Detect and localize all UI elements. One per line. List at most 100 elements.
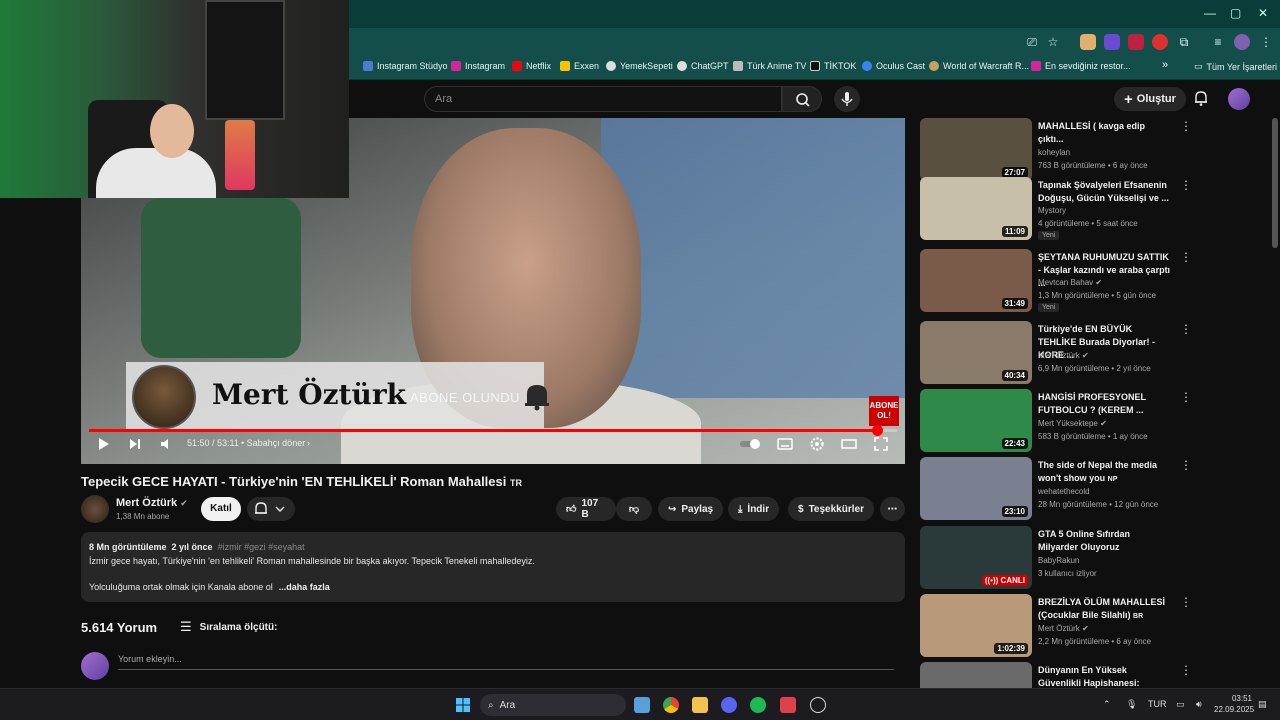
extension-icon[interactable] — [1128, 34, 1144, 50]
video-thumbnail[interactable]: ((•)) CANLI — [920, 526, 1032, 589]
spotify-icon[interactable] — [750, 697, 766, 713]
cast-icon[interactable]: ⎚ — [1024, 34, 1040, 50]
related-video-title[interactable]: The side of Nepal the media won't show y… — [1038, 459, 1172, 486]
bookmark-star-icon[interactable]: ☆ — [1045, 34, 1061, 50]
description-box[interactable]: 8 Mn görüntüleme 2 yıl önce #izmir #gezi… — [81, 532, 905, 602]
notifications-icon[interactable]: ▤ — [1258, 699, 1267, 710]
create-button[interactable]: + Oluştur — [1114, 87, 1186, 111]
more-dots-icon[interactable]: ⋮ — [1180, 664, 1192, 676]
related-video-title[interactable]: MAHALLESİ ( kavga edip çıktı... — [1038, 120, 1172, 146]
windows-start-icon[interactable] — [455, 697, 471, 713]
hashtags[interactable]: #izmir #gezi #seyahat — [218, 542, 305, 552]
autoplay-toggle[interactable] — [739, 436, 763, 452]
all-bookmarks-button[interactable]: ▭ Tüm Yer İşaretleri — [1194, 61, 1277, 72]
voice-search-button[interactable] — [834, 86, 860, 112]
video-thumbnail[interactable]: 1:02:39 — [920, 594, 1032, 657]
bookmark-item[interactable]: Exxen — [560, 61, 599, 71]
dislike-button[interactable]: 👎︎ — [616, 497, 652, 521]
extension-icon[interactable] — [1152, 34, 1168, 50]
chrome-icon[interactable] — [663, 697, 679, 713]
more-dots-icon[interactable]: ⋮ — [1180, 459, 1192, 471]
related-video-channel[interactable]: koheylan — [1038, 148, 1070, 157]
sort-button[interactable]: ☰ Sıralama ölçütü: — [180, 619, 277, 635]
chevron-up-icon[interactable]: ⌃ — [1103, 699, 1111, 710]
volume-icon[interactable] — [159, 436, 173, 452]
bookmark-item[interactable]: World of Warcraft R... — [929, 61, 1029, 71]
reading-list-icon[interactable]: ≡ — [1210, 34, 1226, 50]
related-video-title[interactable]: HANGİSİ PROFESYONEL FUTBOLCU ? (KEREM ..… — [1038, 391, 1172, 417]
related-video-channel[interactable]: Mystory — [1038, 206, 1066, 215]
more-dots-icon[interactable]: ⋮ — [1180, 120, 1192, 132]
related-video-item[interactable]: ((•)) CANLI GTA 5 Online Sıfırdan Milyar… — [920, 526, 1260, 590]
related-video-channel[interactable]: BabyRakun — [1038, 556, 1079, 565]
extension-icon[interactable] — [1080, 34, 1096, 50]
related-video-channel[interactable]: Mert Öztürk ✔ — [1038, 351, 1089, 360]
video-thumbnail[interactable] — [920, 662, 1032, 688]
related-video-item[interactable]: 22:43 HANGİSİ PROFESYONEL FUTBOLCU ? (KE… — [920, 389, 1260, 453]
more-bookmarks-button[interactable]: » — [1162, 59, 1168, 71]
related-video-title[interactable]: Tapınak Şövalyeleri Efsanenin Doğuşu, Gü… — [1038, 179, 1172, 205]
file-explorer-icon[interactable] — [692, 697, 708, 713]
language-indicator[interactable]: TUR — [1148, 699, 1167, 709]
chapter-button[interactable]: • Sabahçı döner — [241, 438, 305, 448]
network-icon[interactable]: ▭ — [1176, 699, 1185, 710]
related-video-item[interactable]: 40:34 Türkiye'de EN BÜYÜK TEHLİKE Burada… — [920, 321, 1260, 385]
bookmark-item[interactable]: TİKTOK — [810, 61, 856, 71]
taskbar-search[interactable]: ⌕ Ara — [480, 694, 626, 716]
extension-icon[interactable] — [1104, 34, 1120, 50]
bookmark-item[interactable]: En sevdiğiniz restor... — [1031, 61, 1131, 71]
show-more-button[interactable]: ...daha fazla — [279, 582, 330, 592]
more-dots-icon[interactable]: ⋮ — [1180, 391, 1192, 403]
related-video-channel[interactable]: Mert Yüksektepe ✔ — [1038, 419, 1107, 428]
search-input[interactable]: Ara — [424, 86, 782, 112]
close-icon[interactable]: ✕ — [1258, 6, 1268, 20]
related-video-channel[interactable]: Mevtcan Bahav ✔ — [1038, 278, 1102, 287]
related-video-item[interactable]: 31:49 ŞEYTANA RUHUMUZU SATTIK - Kaşlar k… — [920, 249, 1260, 313]
related-video-title[interactable]: BREZİLYA ÖLÜM MAHALLESİ (Çocuklar Bile S… — [1038, 596, 1172, 623]
bookmark-item[interactable]: ChatGPT — [677, 61, 729, 71]
theater-mode-icon[interactable] — [841, 436, 857, 452]
video-thumbnail[interactable]: 11:09 — [920, 177, 1032, 240]
more-dots-icon[interactable]: ⋮ — [1180, 251, 1192, 263]
video-thumbnail[interactable]: 40:34 — [920, 321, 1032, 384]
subscription-bell-button[interactable] — [247, 497, 295, 521]
like-button[interactable]: 👍︎ 107 B — [556, 497, 616, 521]
extensions-puzzle-icon[interactable]: ⧉ — [1176, 34, 1192, 50]
related-video-item[interactable]: 23:10 The side of Nepal the media won't … — [920, 457, 1260, 521]
play-icon[interactable] — [97, 436, 111, 452]
menu-dots-icon[interactable]: ⋮ — [1258, 34, 1274, 50]
video-thumbnail[interactable]: 22:43 — [920, 389, 1032, 452]
share-button[interactable]: ↪ Paylaş — [658, 497, 724, 521]
channel-name[interactable]: Mert Öztürk ✔ — [116, 497, 188, 509]
search-button[interactable] — [782, 86, 822, 112]
join-button[interactable]: Katıl — [201, 497, 241, 521]
progress-scrubber[interactable] — [871, 425, 883, 436]
fullscreen-icon[interactable] — [873, 436, 889, 452]
related-video-channel[interactable]: Mert Öztürk ✔ — [1038, 624, 1089, 633]
bookmark-item[interactable]: Instagram Stüdyo — [363, 61, 448, 71]
profile-icon[interactable] — [1234, 34, 1250, 50]
related-video-item[interactable]: 11:09 Tapınak Şövalyeleri Efsanenin Doğu… — [920, 177, 1260, 241]
more-actions-button[interactable]: ⋯ — [880, 497, 905, 521]
video-thumbnail[interactable]: 27:07 — [920, 118, 1032, 181]
obs-icon[interactable] — [810, 697, 826, 713]
progress-bar[interactable] — [89, 425, 897, 436]
subscribe-watermark[interactable]: ABONE OL! — [869, 396, 899, 426]
bookmark-item[interactable]: YemekSepeti — [606, 61, 673, 71]
settings-gear-icon[interactable] — [809, 436, 825, 452]
notifications-bell-icon[interactable] — [1192, 89, 1210, 107]
related-video-item[interactable]: 1:02:39 BREZİLYA ÖLÜM MAHALLESİ (Çocukla… — [920, 594, 1260, 658]
volume-icon[interactable]: 🔊︎ — [1196, 699, 1202, 710]
bookmark-item[interactable]: Instagram — [451, 61, 505, 71]
system-clock[interactable]: 03:51 22.09.2025 — [1214, 693, 1254, 715]
bookmark-item[interactable]: Netflix — [512, 61, 551, 71]
related-video-item[interactable]: Dünyanın En Yüksek Güvenlikli Hapishanes… — [920, 662, 1260, 688]
account-avatar[interactable] — [1228, 88, 1250, 110]
chevron-right-icon[interactable]: › — [307, 438, 310, 448]
video-thumbnail[interactable]: 31:49 — [920, 249, 1032, 312]
related-video-title[interactable]: GTA 5 Online Sıfırdan Milyarder Oluyoruz — [1038, 528, 1172, 554]
related-video-channel[interactable]: wehatethecold — [1038, 487, 1090, 496]
next-icon[interactable] — [128, 436, 142, 452]
microphone-icon[interactable]: 🎙︎ — [1126, 699, 1137, 710]
more-dots-icon[interactable]: ⋮ — [1180, 179, 1192, 191]
